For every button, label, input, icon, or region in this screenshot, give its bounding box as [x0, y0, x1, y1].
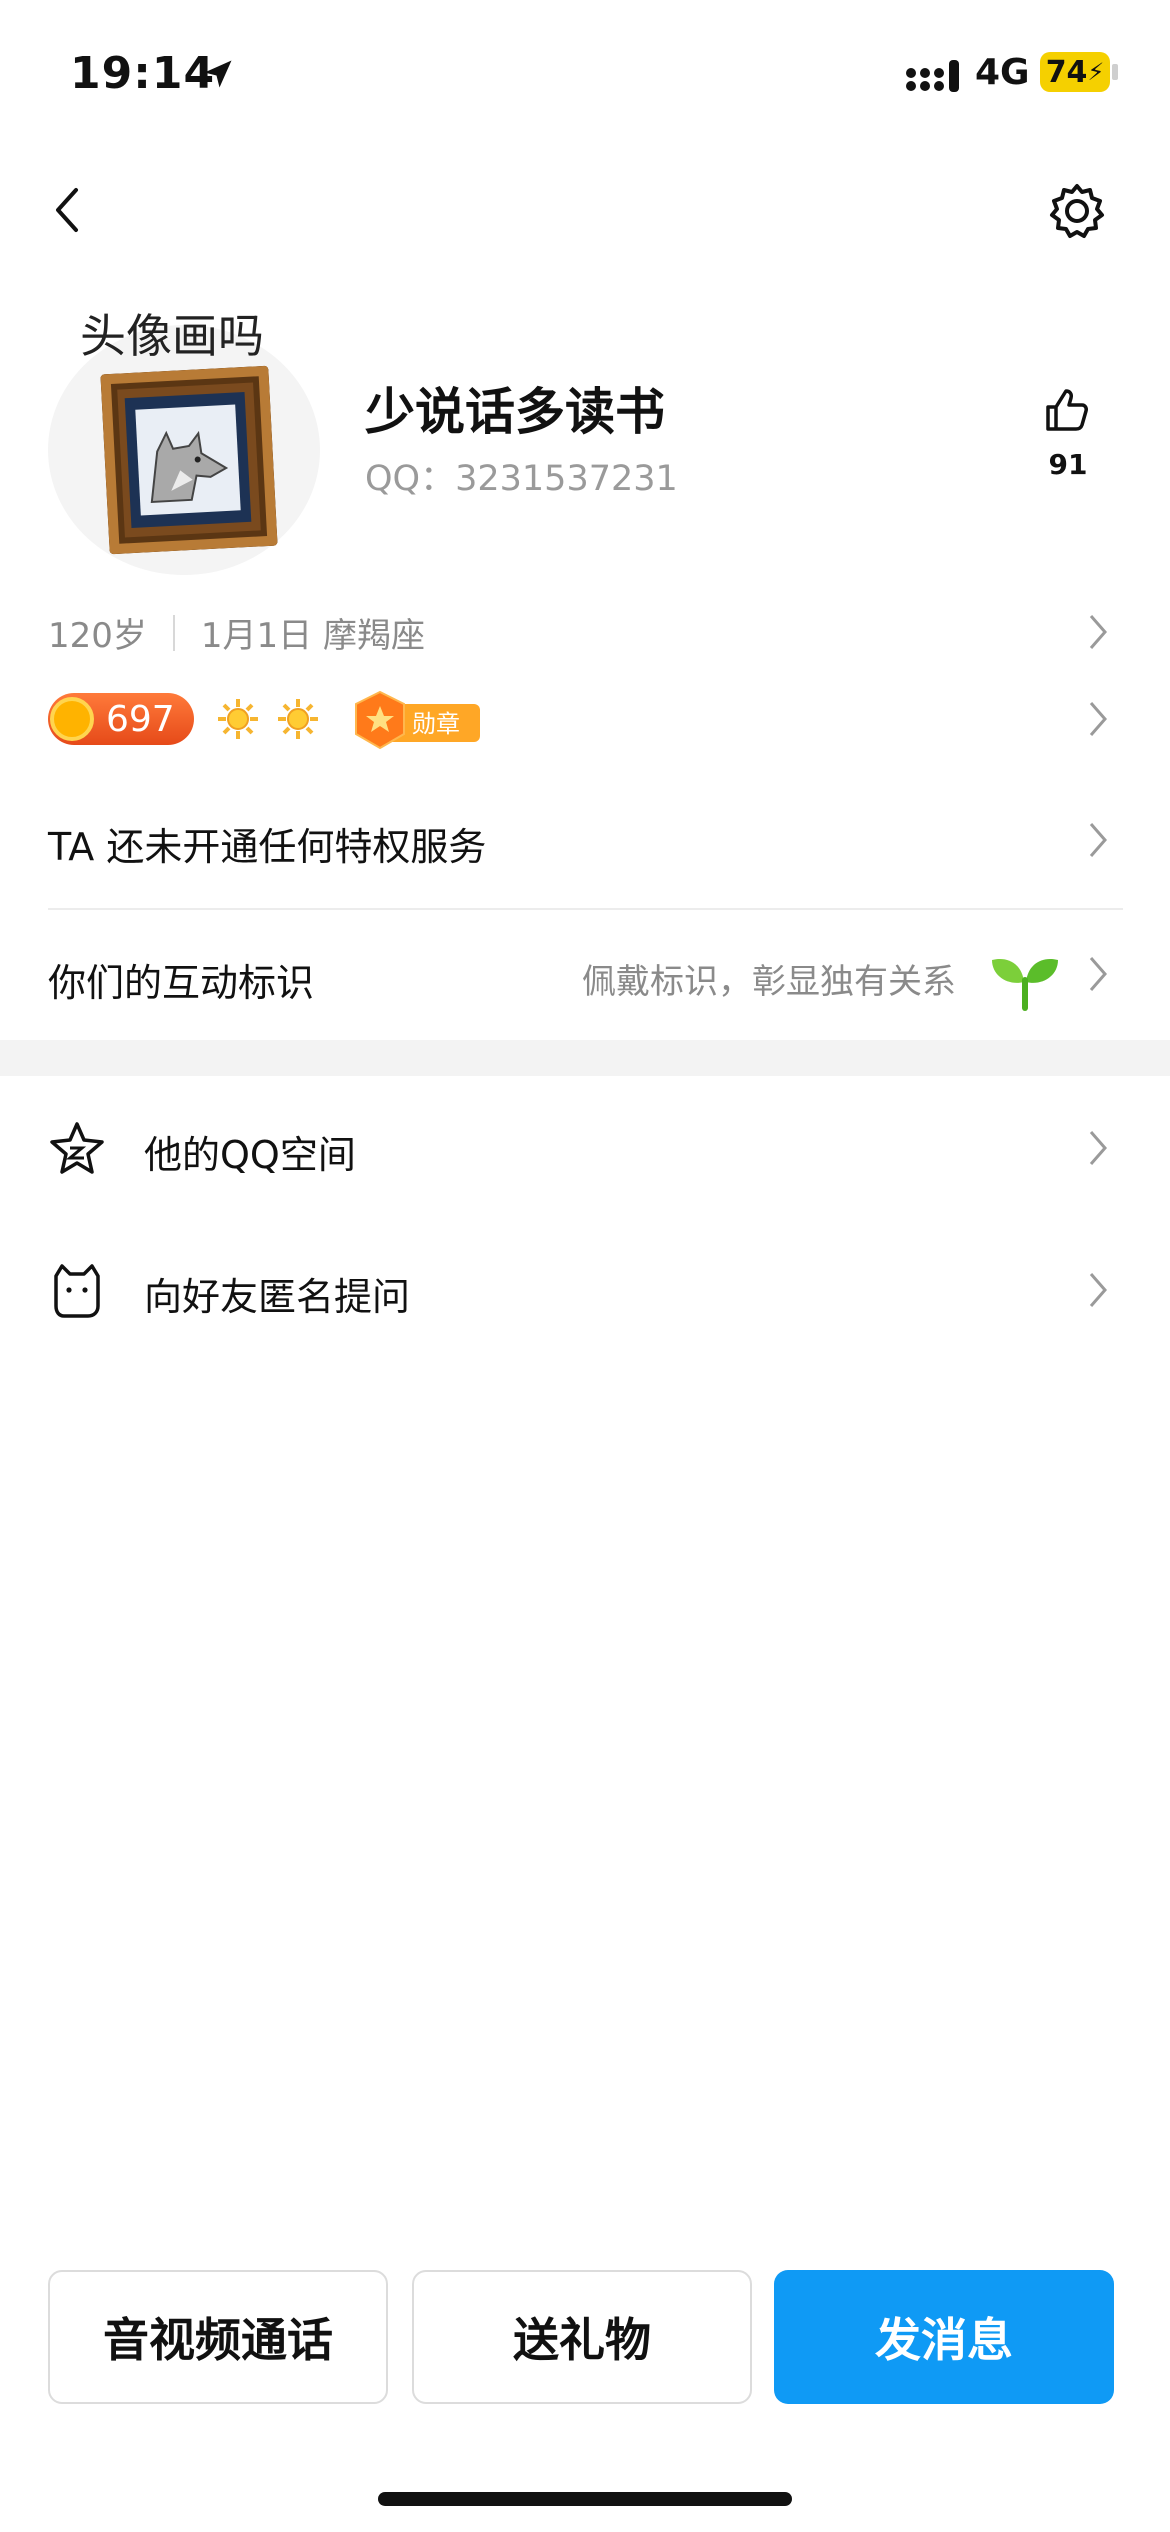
- list-chevron-icon: [1089, 1131, 1107, 1165]
- sun-level-icon: [218, 699, 258, 739]
- cat-ask-icon: [54, 1264, 100, 1318]
- network-type: 4G: [975, 52, 1030, 93]
- divider: [48, 908, 1123, 910]
- interaction-hint: 佩戴标识，彰显独有关系: [582, 962, 956, 1002]
- birthday-sign: 1月1日 摩羯座: [200, 616, 425, 656]
- coin-icon: [50, 697, 94, 741]
- battery-nub: [1112, 64, 1118, 80]
- send-message-button[interactable]: 发消息: [774, 2270, 1114, 2404]
- medal-label: 勋章: [412, 710, 460, 738]
- info-row[interactable]: 120岁 1月1日 摩羯座: [48, 608, 425, 657]
- section-separator: [0, 1040, 1170, 1076]
- list-item-anonymous-ask[interactable]: 向好友匿名提问: [48, 1262, 1123, 1322]
- back-button[interactable]: [40, 180, 100, 240]
- home-indicator[interactable]: [378, 2492, 792, 2506]
- privilege-row[interactable]: TA 还未开通任何特权服务: [48, 816, 486, 871]
- list-item-qzone[interactable]: 他的QQ空间: [48, 1120, 1123, 1180]
- settings-button[interactable]: [1042, 176, 1112, 246]
- charging-icon: ⚡: [1087, 58, 1105, 86]
- thumbs-up-icon[interactable]: [1042, 385, 1092, 435]
- nickname: 少说话多读书: [365, 383, 665, 441]
- coin-value: 697: [106, 698, 175, 740]
- like-count: 91: [1048, 448, 1088, 481]
- info-chevron-icon: [1089, 615, 1107, 649]
- age: 120岁: [48, 616, 147, 656]
- battery-indicator: 74 ⚡: [1040, 52, 1110, 92]
- sprout-icon: [992, 958, 1058, 1011]
- signal-icon: [906, 60, 959, 92]
- star-space-icon: [50, 1122, 104, 1174]
- location-arrow-icon: [204, 60, 232, 88]
- list-item-label: 向好友匿名提问: [144, 1275, 411, 1319]
- battery-level: 74: [1045, 54, 1088, 90]
- gift-button[interactable]: 送礼物: [412, 2270, 752, 2404]
- info-divider: [172, 614, 175, 651]
- qq-number: QQ：3231537231: [365, 459, 678, 499]
- list-chevron-icon: [1089, 1273, 1107, 1307]
- sun-level-icon: [278, 699, 318, 739]
- avatar-caption: 头像画吗: [80, 309, 264, 363]
- interaction-title[interactable]: 你们的互动标识: [48, 952, 314, 1007]
- badges-chevron-icon: [1089, 702, 1107, 736]
- interaction-chevron-icon: [1089, 957, 1107, 991]
- coin-badge[interactable]: 697: [48, 693, 194, 745]
- status-time: 19:14: [70, 48, 216, 99]
- list-item-label: 他的QQ空间: [144, 1133, 356, 1177]
- call-button[interactable]: 音视频通话: [48, 2270, 388, 2404]
- privilege-chevron-icon: [1089, 823, 1107, 857]
- wolf-icon: [150, 430, 229, 504]
